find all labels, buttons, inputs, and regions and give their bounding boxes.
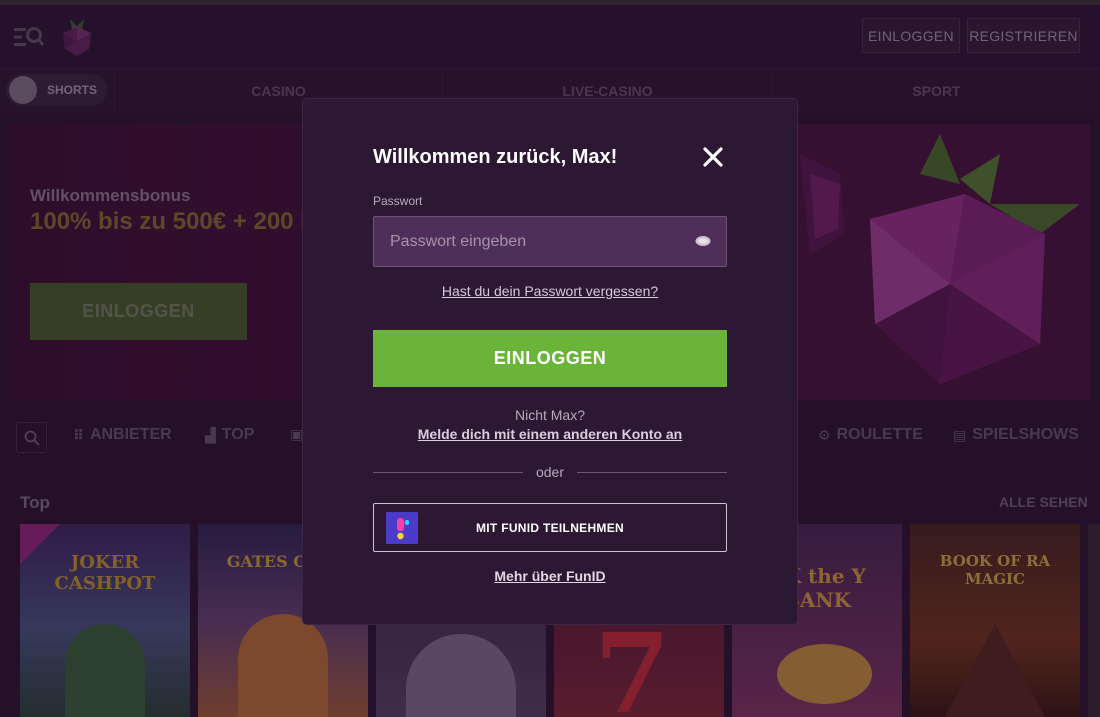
password-field[interactable] <box>373 216 727 267</box>
divider-left <box>373 472 523 473</box>
funid-button[interactable]: MIT FUNID TEILNEHMEN <box>373 503 727 552</box>
login-modal: Willkommen zurück, Max! Passwort Hast du… <box>303 99 797 624</box>
funid-more-link[interactable]: Mehr über FunID <box>303 568 797 584</box>
show-password-icon[interactable] <box>695 235 711 247</box>
login-submit-button[interactable]: EINLOGGEN <box>373 330 727 387</box>
forgot-password-link[interactable]: Hast du dein Passwort vergessen? <box>303 283 797 299</box>
not-user-text: Nicht Max? <box>514 407 586 423</box>
divider-right <box>577 472 727 473</box>
password-input[interactable] <box>374 217 674 266</box>
password-label: Passwort <box>373 194 423 208</box>
divider-text: oder <box>535 464 565 480</box>
switch-account-link[interactable]: Melde dich mit einem anderen Konto an <box>303 426 797 442</box>
close-icon[interactable] <box>701 145 725 169</box>
funid-button-label: MIT FUNID TEILNEHMEN <box>476 521 624 535</box>
modal-title: Willkommen zurück, Max! <box>373 146 618 168</box>
